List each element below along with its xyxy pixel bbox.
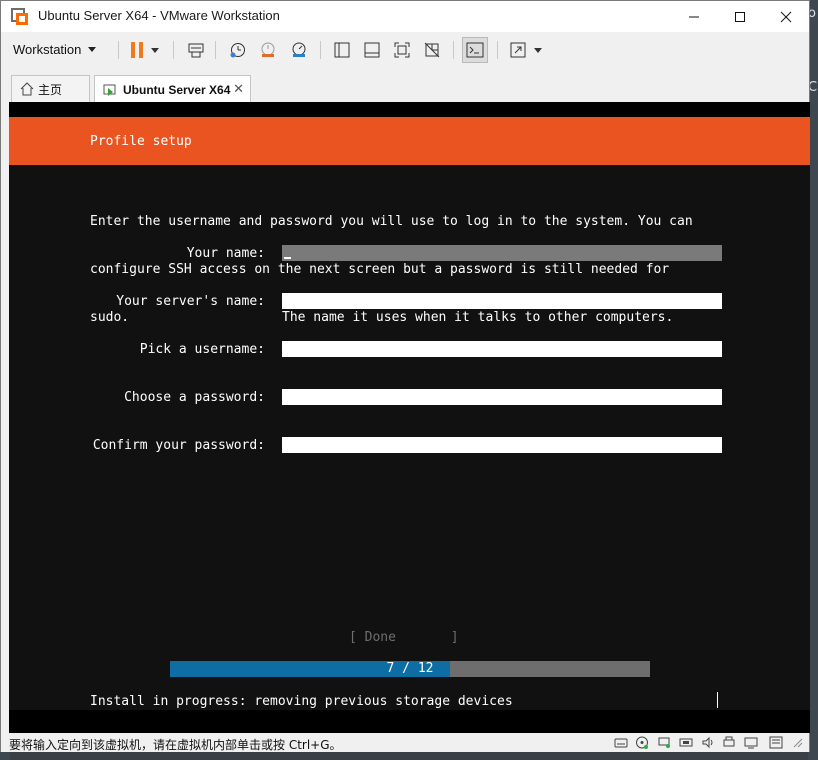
show-library-button[interactable]	[331, 39, 353, 61]
snapshot-icon	[230, 43, 245, 58]
stretch-icon	[510, 42, 526, 58]
console-top-border	[9, 102, 810, 117]
tab-ubuntu-server-label: Ubuntu Server X64	[123, 82, 231, 97]
workstation-menu-label: Workstation	[13, 41, 82, 57]
status-bar-text: 要将输入定向到该虚拟机，请在虚拟机内部单击或按 Ctrl+G。	[9, 738, 342, 752]
tab-close-icon[interactable]: ✕	[233, 81, 244, 97]
revert-snapshot-button[interactable]	[257, 39, 279, 61]
vm-icon	[103, 84, 116, 96]
console-bottom-border	[9, 710, 810, 733]
vm-console[interactable]: Profile setup Enter the username and pas…	[9, 102, 810, 733]
sound-card-icon[interactable]	[701, 736, 715, 749]
installer-header: Profile setup	[9, 117, 810, 165]
install-status-text: Install in progress: removing previous s…	[90, 694, 513, 709]
done-button[interactable]: [ Done ]	[349, 630, 459, 645]
your-name-input[interactable]	[282, 245, 722, 261]
unity-icon	[424, 42, 440, 58]
power-dropdown[interactable]	[148, 39, 162, 61]
text-cursor	[284, 257, 291, 259]
install-progress-text: 7 / 12	[386, 661, 434, 676]
status-bar: 要将输入定向到该虚拟机，请在虚拟机内部单击或按 Ctrl+G。	[1, 733, 809, 752]
password-label: Choose a password:	[124, 390, 265, 405]
tab-home-label: 主页	[38, 82, 63, 97]
pause-icon	[131, 42, 143, 58]
toolbar: Workstation	[1, 32, 809, 67]
thumbnail-layout-icon	[364, 42, 380, 58]
keyboard-send-icon	[188, 43, 204, 58]
install-progress-bar: 7 / 12	[170, 661, 650, 677]
full-screen-button[interactable]	[391, 39, 413, 61]
unity-mode-button[interactable]	[421, 39, 443, 61]
toolbar-separator	[173, 41, 174, 59]
window-title: Ubuntu Server X64 - VMware Workstation	[38, 8, 280, 23]
sidebar-layout-icon	[334, 42, 350, 58]
show-thumbnail-bar-button[interactable]	[361, 39, 383, 61]
minimize-icon	[689, 16, 699, 17]
server-name-label: Your server's name:	[116, 294, 265, 309]
install-status-area: Install in progress: removing previous s…	[9, 677, 810, 710]
vmware-logo-icon	[11, 8, 28, 25]
your-name-label: Your name:	[186, 246, 265, 261]
tab-bar: 主页 Ubuntu Server X64 ✕	[1, 69, 809, 103]
cd-dvd-icon[interactable]	[635, 736, 649, 749]
network-adapter-icon[interactable]	[657, 736, 671, 749]
toolbar-separator	[320, 41, 321, 59]
printer-icon[interactable]	[722, 736, 736, 749]
pause-button[interactable]	[126, 39, 148, 61]
full-screen-icon	[394, 42, 410, 58]
send-ctrl-alt-del-button[interactable]	[185, 39, 207, 61]
vmware-window: Ubuntu Server X64 - VMware Workstation W…	[0, 0, 810, 752]
tab-ubuntu-server[interactable]: Ubuntu Server X64 ✕	[94, 75, 251, 103]
console-view-button[interactable]	[462, 37, 488, 63]
maximize-icon	[735, 11, 745, 22]
chevron-down-icon	[88, 46, 97, 52]
usb-controller-icon[interactable]	[679, 736, 693, 749]
confirm-password-input[interactable]	[282, 437, 722, 453]
stretch-dropdown[interactable]	[531, 39, 545, 61]
revert-snapshot-icon	[261, 42, 275, 57]
toolbar-separator	[497, 41, 498, 59]
console-icon	[466, 42, 484, 58]
snapshot-button[interactable]	[227, 39, 249, 61]
snapshot-manager-icon	[292, 42, 306, 57]
close-icon	[780, 11, 792, 22]
server-name-input[interactable]	[282, 293, 722, 309]
intro-line: configure SSH access on the next screen …	[90, 262, 670, 277]
title-bar[interactable]: Ubuntu Server X64 - VMware Workstation	[1, 1, 809, 32]
tab-home[interactable]: 主页	[11, 75, 90, 102]
minimize-button[interactable]	[671, 1, 717, 32]
username-label: Pick a username:	[139, 342, 265, 357]
toolbar-separator	[453, 41, 454, 59]
snapshot-manager-button[interactable]	[288, 39, 310, 61]
password-input[interactable]	[282, 389, 722, 405]
toolbar-separator	[215, 41, 216, 59]
intro-line: Enter the username and password you will…	[90, 214, 693, 229]
chevron-down-icon	[151, 47, 159, 53]
close-button[interactable]	[763, 1, 809, 32]
maximize-button[interactable]	[717, 1, 763, 32]
resize-grip-icon[interactable]	[791, 736, 803, 749]
hard-disk-icon[interactable]	[614, 736, 628, 749]
intro-text: Enter the username and password you will…	[90, 182, 693, 358]
message-log-icon[interactable]	[769, 736, 783, 749]
status-cursor	[717, 692, 718, 708]
toolbar-separator	[118, 41, 119, 59]
workstation-menu[interactable]: Workstation	[13, 38, 97, 60]
confirm-password-label: Confirm your password:	[92, 438, 265, 453]
username-input[interactable]	[282, 341, 722, 357]
display-icon[interactable]	[744, 736, 758, 749]
page-title: Profile setup	[90, 134, 192, 149]
stretch-button[interactable]	[507, 39, 529, 61]
home-icon	[20, 82, 34, 96]
server-name-hint: The name it uses when it talks to other …	[282, 310, 674, 325]
chevron-down-icon	[534, 47, 542, 53]
